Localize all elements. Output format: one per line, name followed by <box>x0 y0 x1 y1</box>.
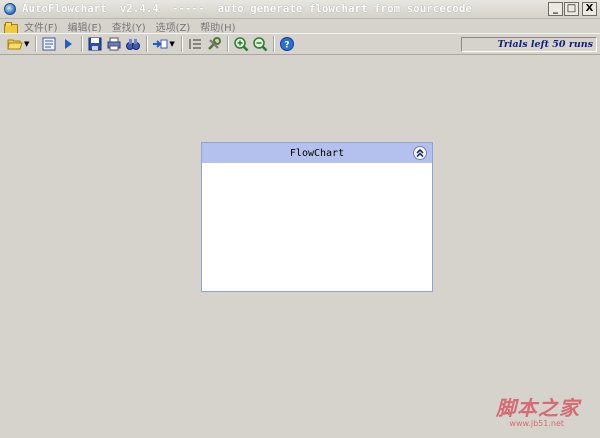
flowchart-header: FlowChart <box>202 143 432 163</box>
tools-button[interactable] <box>206 36 222 52</box>
tools-icon <box>207 37 221 50</box>
save-button[interactable] <box>87 36 103 52</box>
flowchart-title: FlowChart <box>289 147 345 159</box>
play-icon <box>65 39 73 49</box>
minimize-button[interactable]: _ <box>548 2 563 16</box>
app-globe-icon <box>4 3 16 15</box>
zoom-out-button[interactable] <box>252 36 268 52</box>
insert-button[interactable] <box>152 36 168 52</box>
help-button[interactable]: ? <box>279 36 295 52</box>
title-bar: AutoFlowchart v2.4.4 ----- auto generate… <box>0 0 600 19</box>
window-controls: _ □ X <box>548 2 597 16</box>
toolbar-separator <box>35 36 38 52</box>
folder-icon <box>4 21 18 34</box>
toolbar-separator <box>146 36 149 52</box>
watermark-logo: 脚本之家 <box>496 396 580 420</box>
svg-text:?: ? <box>284 41 289 51</box>
binoculars-icon <box>126 39 141 50</box>
zoom-in-button[interactable] <box>233 36 249 52</box>
menu-edit[interactable]: 编辑(E) <box>63 19 107 34</box>
printer-icon <box>107 37 121 51</box>
menu-options[interactable]: 选项(Z) <box>151 19 196 34</box>
open-dropdown-arrow[interactable]: ▼ <box>24 40 29 48</box>
toolbar: ▼ ▼ ? Trials left 50 runs <box>0 33 600 55</box>
flowchart-canvas[interactable] <box>202 163 432 291</box>
menu-help[interactable]: 帮助(H) <box>195 19 240 34</box>
watermark-url: www.jb51.net <box>509 419 564 428</box>
menu-file[interactable]: 文件(F) <box>19 19 63 34</box>
menu-find[interactable]: 查找(Y) <box>107 19 151 34</box>
toolbar-separator <box>226 36 229 52</box>
toolbar-separator <box>81 36 84 52</box>
flowchart-panel: FlowChart <box>201 142 433 292</box>
toolbar-separator <box>272 36 275 52</box>
numbered-list-icon <box>189 39 201 49</box>
menu-bar: 文件(F) 编辑(E) 查找(Y) 选项(Z) 帮助(H) <box>0 19 600 34</box>
double-chevron-up-icon <box>416 148 424 158</box>
toolbar-separator <box>180 36 183 52</box>
page-setup-button[interactable] <box>41 36 57 52</box>
window-title: AutoFlowchart v2.4.4 ----- auto generate… <box>22 3 472 15</box>
list-button[interactable] <box>187 36 203 52</box>
zoom-out-icon <box>253 37 268 52</box>
insert-dropdown-arrow[interactable]: ▼ <box>169 40 174 48</box>
zoom-in-icon <box>234 37 249 52</box>
collapse-button[interactable] <box>413 146 427 160</box>
page-setup-icon <box>42 37 56 51</box>
run-button[interactable] <box>60 36 76 52</box>
floppy-disk-icon <box>88 37 102 51</box>
maximize-button[interactable]: □ <box>564 2 579 16</box>
open-folder-button[interactable] <box>7 36 23 52</box>
find-button[interactable] <box>125 36 141 52</box>
trials-status: Trials left 50 runs <box>461 37 597 52</box>
help-icon: ? <box>279 37 294 51</box>
insert-arrow-icon <box>153 39 168 49</box>
open-folder-icon <box>7 39 23 50</box>
close-button[interactable]: X <box>582 2 597 16</box>
print-button[interactable] <box>106 36 122 52</box>
